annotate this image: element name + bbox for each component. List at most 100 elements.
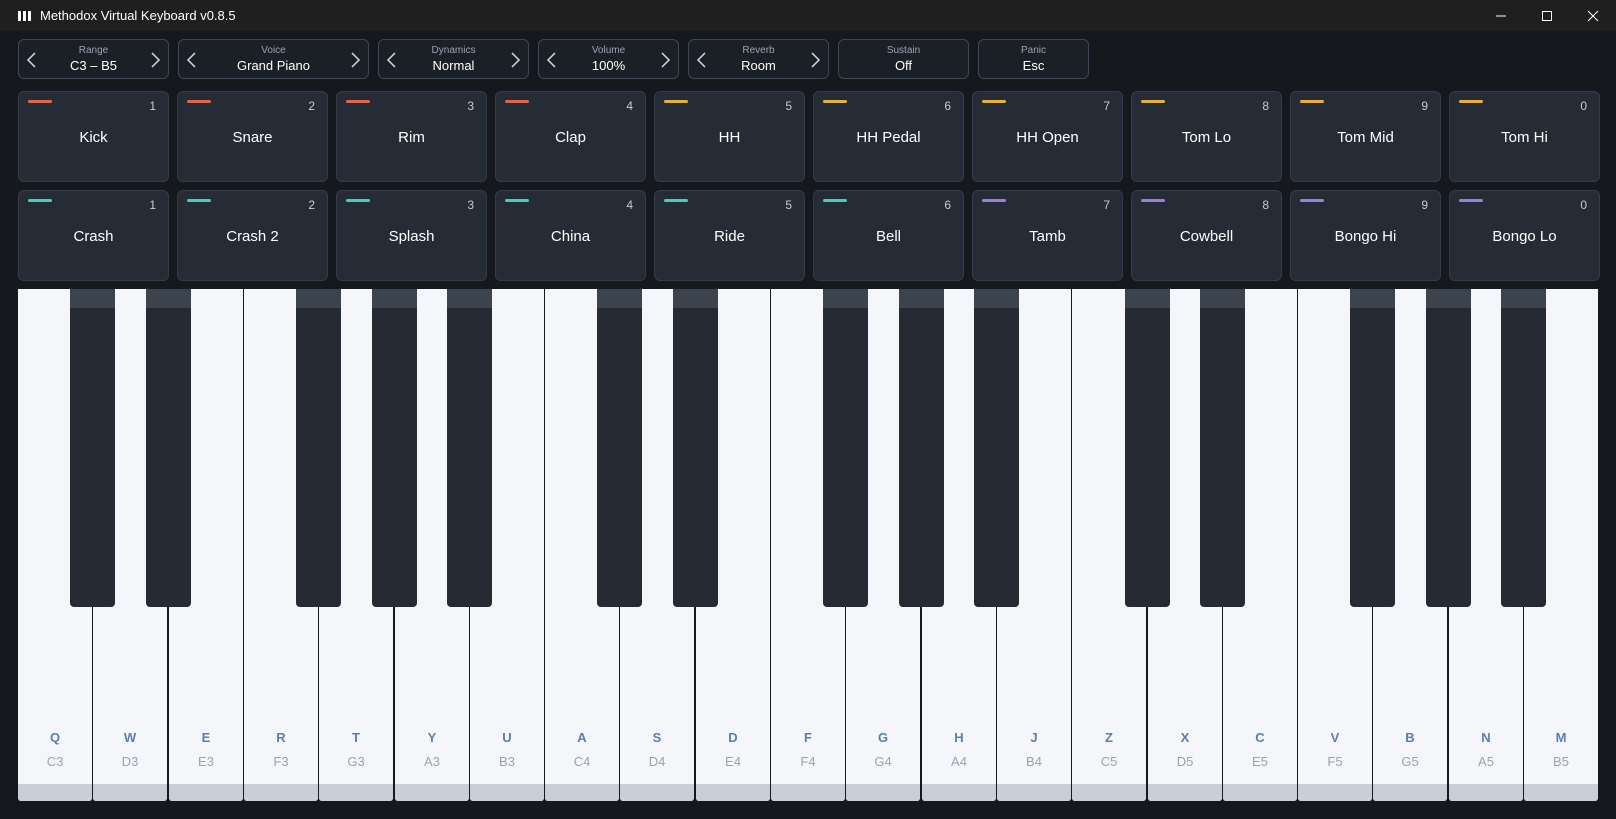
pad-name: Crash 2 [226,228,279,245]
drum-pad-cowbell[interactable]: 8 Cowbell [1131,190,1282,281]
pad-color-bar [982,100,1006,103]
drum-pad-china[interactable]: 4 China [495,190,646,281]
pad-color-bar [664,199,688,202]
drum-pad-tom-hi[interactable]: 0 Tom Hi [1449,91,1600,182]
pad-hotkey: 7 [1103,198,1110,212]
key-bottom-strip [93,784,167,801]
note-label: A4 [951,754,967,769]
black-key-g-5[interactable] [1426,289,1471,607]
note-label: D5 [1176,754,1194,769]
black-key-cap [823,289,868,308]
drum-pad-kick[interactable]: 1 Kick [18,91,169,182]
black-key-cap [673,289,718,308]
pad-color-bar [1141,100,1165,103]
black-key-d-4[interactable] [673,289,718,607]
pad-hotkey: 6 [944,99,951,113]
key-binding-label: N [1481,730,1491,745]
key-binding-label: M [1555,730,1567,745]
black-key-f-3[interactable] [296,289,341,607]
drum-pad-tamb[interactable]: 7 Tamb [972,190,1123,281]
volume-next-button[interactable] [656,50,674,70]
key-binding-label: E [201,730,211,745]
range-control: Range C3 – B5 [18,39,169,79]
pad-color-bar [346,100,370,103]
pad-color-bar [982,199,1006,202]
pad-name: Snare [232,129,273,146]
drum-pad-ride[interactable]: 5 Ride [654,190,805,281]
pad-color-bar [664,100,688,103]
key-binding-label: R [276,730,286,745]
drum-pad-crash[interactable]: 1 Crash [18,190,169,281]
key-bottom-strip [922,784,996,801]
black-key-cap [146,289,191,308]
drum-pad-hh-open[interactable]: 7 HH Open [972,91,1123,182]
pad-color-bar [1300,199,1324,202]
black-key-c-3[interactable] [70,289,115,607]
pad-hotkey: 0 [1580,198,1587,212]
sustain-toggle[interactable]: Sustain Off [838,39,969,79]
reverb-control: Reverb Room [688,39,829,79]
black-key-cap [1350,289,1395,308]
black-key-d-5[interactable] [1200,289,1245,607]
pad-color-bar [187,199,211,202]
drum-pad-rim[interactable]: 3 Rim [336,91,487,182]
pad-name: Clap [555,129,586,146]
key-bottom-strip [997,784,1071,801]
close-button[interactable] [1570,0,1616,31]
panic-button[interactable]: Panic Esc [978,39,1089,79]
pad-hotkey: 4 [626,99,633,113]
black-key-a-3[interactable] [447,289,492,607]
key-bottom-strip [1524,784,1598,801]
black-key-g-3[interactable] [372,289,417,607]
drum-pad-bongo-hi[interactable]: 9 Bongo Hi [1290,190,1441,281]
pad-name: China [550,228,591,245]
note-label: E5 [1252,754,1268,769]
pad-color-bar [505,100,529,103]
key-bottom-strip [18,784,92,801]
drum-pad-hh-pedal[interactable]: 6 HH Pedal [813,91,964,182]
black-key-cap [974,289,1019,308]
panic-label: Panic [1020,45,1046,56]
drum-pad-crash-2[interactable]: 2 Crash 2 [177,190,328,281]
pad-name: Kick [79,129,108,146]
voice-next-button[interactable] [346,50,364,70]
black-key-d-3[interactable] [146,289,191,607]
drum-pad-bongo-lo[interactable]: 0 Bongo Lo [1449,190,1600,281]
dynamics-next-button[interactable] [506,50,524,70]
black-key-f-5[interactable] [1350,289,1395,607]
pad-color-bar [1300,100,1324,103]
pad-name: Bongo Hi [1334,228,1397,245]
pad-color-bar [28,100,52,103]
note-label: F5 [1327,754,1343,769]
key-bottom-strip [319,784,393,801]
note-label: D4 [648,754,666,769]
key-bottom-strip [1072,784,1146,801]
maximize-button[interactable] [1524,0,1570,31]
title-bar: Methodox Virtual Keyboard v0.8.5 [0,0,1616,31]
drum-pad-bell[interactable]: 6 Bell [813,190,964,281]
drum-pad-hh[interactable]: 5 HH [654,91,805,182]
black-key-c-5[interactable] [1125,289,1170,607]
key-binding-label: H [954,730,964,745]
key-binding-label: X [1180,730,1190,745]
pad-name: HH Open [1016,129,1079,146]
black-key-c-4[interactable] [597,289,642,607]
note-label: A3 [424,754,440,769]
key-bottom-strip [1298,784,1372,801]
panic-value: Esc [1022,58,1045,73]
black-key-f-4[interactable] [823,289,868,607]
drum-pad-tom-mid[interactable]: 9 Tom Mid [1290,91,1441,182]
black-key-cap [1501,289,1546,308]
pad-hotkey: 7 [1103,99,1110,113]
range-next-button[interactable] [146,50,164,70]
black-key-cap [447,289,492,308]
drum-pad-splash[interactable]: 3 Splash [336,190,487,281]
black-key-a-5[interactable] [1501,289,1546,607]
minimize-button[interactable] [1478,0,1524,31]
black-key-a-4[interactable] [974,289,1019,607]
drum-pad-tom-lo[interactable]: 8 Tom Lo [1131,91,1282,182]
drum-pad-snare[interactable]: 2 Snare [177,91,328,182]
black-key-g-4[interactable] [899,289,944,607]
reverb-next-button[interactable] [806,50,824,70]
drum-pad-clap[interactable]: 4 Clap [495,91,646,182]
